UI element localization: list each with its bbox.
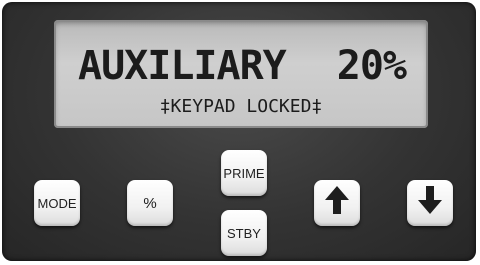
percent-button-label: % [143,194,157,212]
percent-button[interactable]: % [127,180,173,226]
standby-button[interactable]: STBY [221,210,267,256]
display-value-text: 20% [336,43,407,89]
mode-button[interactable]: MODE [34,180,80,226]
down-arrow-button[interactable] [407,180,453,226]
arrow-down-icon [417,185,443,221]
standby-button-label: STBY [227,225,261,241]
prime-button-label: PRIME [223,165,265,181]
arrow-up-icon [324,185,350,221]
lcd-display: AUXILIARY 20% ‡KEYPAD LOCKED‡ [54,20,428,128]
display-status-text: ‡KEYPAD LOCKED‡ [159,96,323,117]
up-arrow-button[interactable] [314,180,360,226]
display-mode-text: AUXILIARY [78,43,287,89]
prime-button[interactable]: PRIME [221,150,267,196]
mode-button-label: MODE [37,195,77,211]
